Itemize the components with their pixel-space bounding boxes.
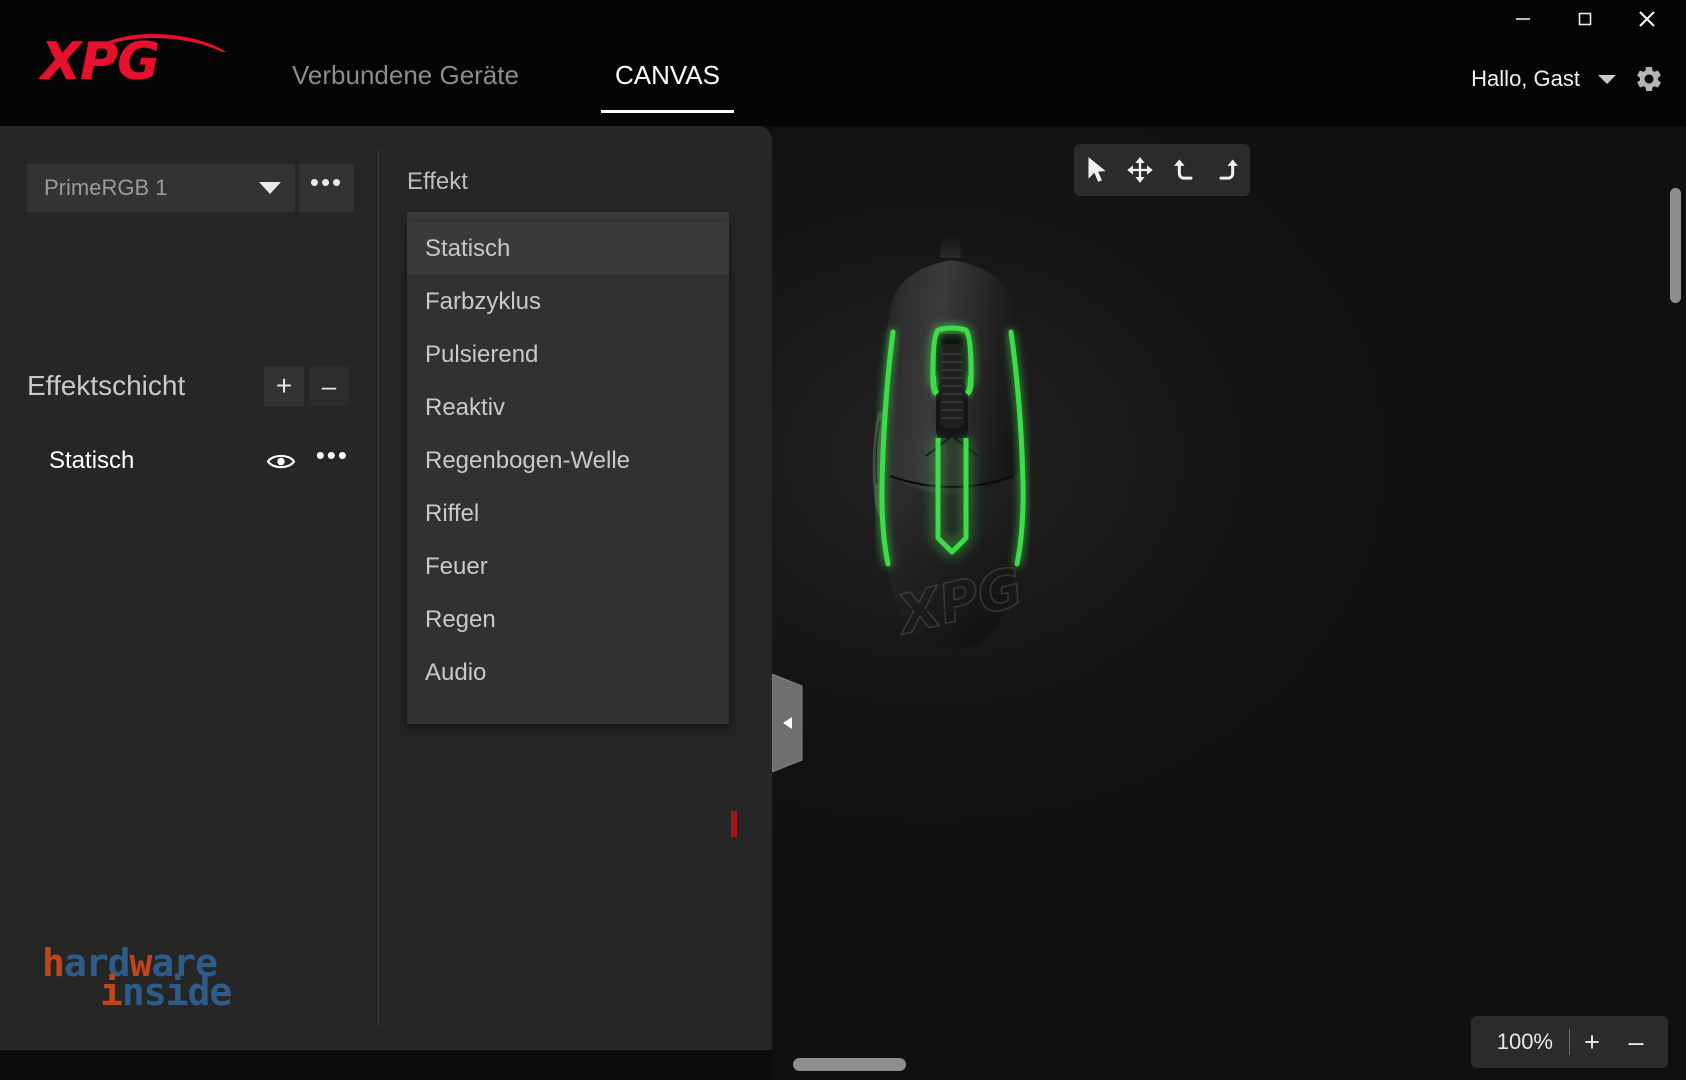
window-controls <box>1492 0 1678 38</box>
configuration-panel: PrimeRGB 1 ••• Effektschicht + – Statisc… <box>0 126 772 1050</box>
remove-layer-button[interactable]: – <box>309 366 349 406</box>
effect-option-pulsierend[interactable]: Pulsierend <box>407 328 729 381</box>
chevron-down-icon[interactable] <box>1598 74 1616 84</box>
logo-text: XPG <box>41 32 160 92</box>
gear-icon[interactable] <box>1634 64 1664 94</box>
effect-option-reaktiv[interactable]: Reaktiv <box>407 381 729 434</box>
hidden-color-swatch <box>731 811 737 837</box>
profile-row: PrimeRGB 1 ••• <box>27 164 354 212</box>
effect-options-list[interactable]: Statisch Farbzyklus Pulsierend Reaktiv R… <box>407 222 729 724</box>
redo-icon[interactable] <box>1211 153 1245 187</box>
watermark-line-2: inside <box>100 970 232 1015</box>
canvas-area[interactable]: XPG 100% + – <box>772 126 1686 1080</box>
tab-canvas[interactable]: CANVAS <box>600 60 734 113</box>
eye-icon[interactable] <box>266 451 295 471</box>
effect-layer-buttons: + – <box>264 366 349 406</box>
horizontal-scrollbar[interactable] <box>0 1050 1686 1080</box>
effect-option-farbzyklus[interactable]: Farbzyklus <box>407 275 729 328</box>
horizontal-scrollbar-thumb[interactable] <box>793 1058 906 1071</box>
effect-layer-sidebar: PrimeRGB 1 ••• Effektschicht + – Statisc… <box>0 126 378 1050</box>
panel-collapse-handle[interactable] <box>772 674 806 772</box>
profile-dropdown[interactable]: PrimeRGB 1 <box>27 164 295 212</box>
layer-name: Statisch <box>49 447 135 474</box>
effect-option-riffel[interactable]: Riffel <box>407 487 729 540</box>
device-preview-mouse[interactable]: XPG <box>792 226 1112 756</box>
close-button[interactable] <box>1616 0 1678 38</box>
user-greeting: Hallo, Gast <box>1471 66 1580 91</box>
effect-option-audio[interactable]: Audio <box>407 646 729 699</box>
cursor-arrow-icon[interactable] <box>1079 153 1113 187</box>
move-arrows-icon[interactable] <box>1123 153 1157 187</box>
hardwareinside-watermark: hardware inside <box>42 944 232 1015</box>
effect-layer-title: Effektschicht <box>27 370 186 401</box>
effect-layer-header: Effektschicht + – <box>27 366 349 406</box>
effect-option-feuer[interactable]: Feuer <box>407 540 729 593</box>
minimize-button[interactable] <box>1492 0 1554 38</box>
application-window: XPG Verbundene Geräte CANVAS Hallo, Gast <box>0 0 1686 1080</box>
layer-more-button[interactable]: ••• <box>316 440 349 482</box>
body-area: XPG 100% + – PrimeRGB 1 ••• Effektschich… <box>0 126 1686 1080</box>
mouse-cord <box>940 232 961 258</box>
effect-option-regen[interactable]: Regen <box>407 593 729 646</box>
profile-more-button[interactable]: ••• <box>299 164 354 212</box>
chevron-down-icon <box>259 182 281 194</box>
add-layer-button[interactable]: + <box>264 366 304 406</box>
effect-option-statisch[interactable]: Statisch <box>407 222 729 275</box>
profile-dropdown-value: PrimeRGB 1 <box>44 175 168 200</box>
list-item[interactable]: Statisch ••• <box>27 439 349 483</box>
layer-row-icons: ••• <box>266 440 349 482</box>
vertical-scrollbar-thumb[interactable] <box>1670 188 1681 303</box>
effect-option-regenbogen-welle[interactable]: Regenbogen-Welle <box>407 434 729 487</box>
maximize-button[interactable] <box>1554 0 1616 38</box>
effect-label: Effekt <box>407 168 468 195</box>
title-bar: XPG Verbundene Geräte CANVAS Hallo, Gast <box>0 0 1686 126</box>
main-navigation: Verbundene Geräte CANVAS <box>278 60 734 126</box>
panel-divider <box>378 150 379 1026</box>
effect-editor: Effekt Statisch Statisch Farbzyklus Puls… <box>407 168 737 724</box>
user-area: Hallo, Gast <box>1471 64 1664 94</box>
canvas-toolbar <box>1074 144 1250 196</box>
tab-verbundene-geraete[interactable]: Verbundene Geräte <box>278 60 533 113</box>
undo-icon[interactable] <box>1167 153 1201 187</box>
xpg-logo: XPG <box>35 28 235 92</box>
